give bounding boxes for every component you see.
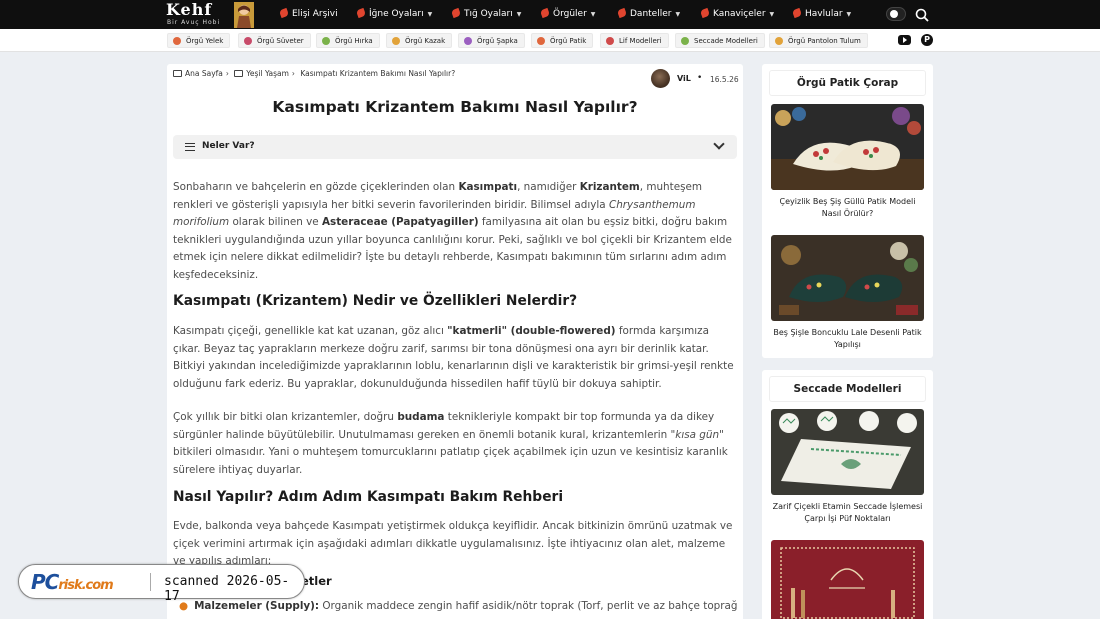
folder-icon: [173, 70, 182, 77]
needle-icon: [539, 7, 551, 19]
logo-figure-icon: [234, 2, 254, 28]
yarn-icon: [392, 37, 400, 45]
needle-icon: [616, 7, 628, 19]
paragraph-features: Kasımpatı çiçeği, genellikle kat kat uza…: [173, 325, 734, 390]
intro-paragraph: Sonbaharın ve bahçelerin en gözde çiçekl…: [173, 181, 732, 281]
post-thumbnail[interactable]: [771, 409, 924, 495]
nav-danteller[interactable]: Danteller ▼: [616, 0, 681, 29]
chip-lif-modelleri[interactable]: Lif Modelleri: [600, 33, 669, 48]
subsection-heading-tools: etler: [301, 574, 332, 588]
page-title: Kasımpatı Krizantem Bakımı Nasıl Yapılır…: [272, 98, 638, 116]
post-thumbnail[interactable]: [771, 540, 924, 619]
chevron-right-icon: ›: [291, 69, 295, 78]
nav-tig-oyalari[interactable]: Tığ Oyaları ▼: [450, 0, 522, 29]
logo-tagline: Bir Avuç Hobi: [167, 19, 221, 26]
pcrisk-logo: PCrisk.com: [31, 570, 114, 594]
breadcrumb-current: Kasımpatı Krizantem Bakımı Nasıl Yapılır…: [300, 69, 456, 78]
divider: [150, 573, 151, 591]
theme-toggle[interactable]: [886, 7, 906, 21]
chevron-right-icon: ›: [225, 69, 229, 78]
chevron-down-icon: ▼: [590, 11, 596, 18]
chevron-down-icon: ▼: [675, 11, 681, 18]
chevron-down-icon: ▼: [427, 11, 433, 18]
post-title[interactable]: Zarif Çiçekli Etamin Seccade İşlemesi Ça…: [769, 501, 926, 524]
section-heading-what-is: Kasımpatı (Krizantem) Nedir ve Özellikle…: [173, 293, 578, 309]
chevron-down-icon: ▼: [846, 11, 852, 18]
yarn-icon: [775, 37, 783, 45]
folder-icon: [234, 70, 244, 77]
post-title[interactable]: Beş Şişle Boncuklu Lale Desenli Patik Ya…: [769, 327, 926, 350]
yarn-icon: [681, 37, 689, 45]
author-name[interactable]: ViL: [677, 74, 691, 83]
yarn-icon: [322, 37, 330, 45]
yarn-icon: [606, 37, 614, 45]
leaf-icon: [278, 7, 290, 19]
chip-orgu-patik[interactable]: Örgü Patik: [531, 33, 594, 48]
breadcrumb: Ana Sayfa › Yeşil Yaşam › Kasımpatı Krizan…: [173, 69, 458, 81]
paragraph-how-to-intro: Evde, balkonda veya bahçede Kasımpatı ye…: [173, 520, 733, 568]
sidebar-post-card[interactable]: Çeyizlik Beş Şiş Güllü Patik Modeli Nası…: [769, 104, 926, 219]
yarn-icon: [464, 37, 472, 45]
avatar[interactable]: [651, 69, 670, 88]
chevron-down-icon: ▼: [769, 11, 775, 18]
sidebar-widget-seccade: Seccade Modelleri Zarif Çiçekli Etamin S…: [762, 370, 933, 619]
site-logo[interactable]: Kehf Bir Avuç Hobi: [164, 0, 260, 29]
paragraph-pruning: Çok yıllık bir bitki olan krizantemler, …: [173, 411, 728, 476]
chip-orgu-sapka[interactable]: Örgü Şapka: [458, 33, 525, 48]
needle-icon: [791, 7, 803, 19]
breadcrumb-category[interactable]: Yeşil Yaşam: [246, 69, 289, 78]
sidebar-post-card[interactable]: Zarif Çiçekli Etamin Seccade İşlemesi Ça…: [769, 409, 926, 524]
widget-title: Seccade Modelleri: [769, 376, 926, 402]
post-title[interactable]: Çeyizlik Beş Şiş Güllü Patik Modeli Nası…: [769, 196, 926, 219]
logo-title: Kehf: [166, 0, 213, 19]
scan-date-text: scanned 2026-05-17: [164, 574, 290, 604]
yarn-icon: [173, 37, 181, 45]
chevron-down-icon: ▼: [516, 11, 522, 18]
category-chip-bar: Örgü Yelek Örgü Süveter Örgü Hırka Örgü …: [0, 29, 1100, 52]
breadcrumb-home[interactable]: Ana Sayfa: [185, 69, 223, 78]
nav-orguler[interactable]: Örgüler ▼: [539, 0, 596, 29]
sun-icon: [890, 10, 898, 18]
chip-orgu-yelek[interactable]: Örgü Yelek: [167, 33, 231, 48]
chip-orgu-kazak[interactable]: Örgü Kazak: [386, 33, 453, 48]
needle-icon: [355, 7, 367, 19]
red-prayer-rug-image: [771, 540, 924, 619]
chevron-down-icon: [713, 138, 725, 150]
search-icon[interactable]: [914, 7, 930, 23]
post-thumbnail[interactable]: [771, 235, 924, 321]
chip-orgu-hirka[interactable]: Örgü Hırka: [316, 33, 380, 48]
list-icon: [185, 143, 195, 151]
nav-elisi-arsivi[interactable]: Elişi Arşivi: [278, 0, 338, 29]
article-card: Ana Sayfa › Yeşil Yaşam › Kasımpatı Krizan…: [167, 64, 743, 619]
separator-dot: •: [697, 73, 703, 83]
widget-title: Örgü Patik Çorap: [769, 70, 926, 96]
post-date: 16.5.26: [710, 75, 739, 84]
chip-orgu-pantolon-tulum[interactable]: Örgü Pantolon Tulum: [769, 33, 868, 48]
needle-icon: [699, 7, 711, 19]
nav-kanavice[interactable]: Kanaviçeler ▼: [699, 0, 775, 29]
yarn-icon: [244, 37, 252, 45]
nav-havlular[interactable]: Havlular ▼: [791, 0, 852, 29]
nav-igne-oyalari[interactable]: İğne Oyaları ▼: [355, 0, 433, 29]
youtube-icon[interactable]: [898, 35, 911, 45]
section-heading-how-to: Nasıl Yapılır? Adım Adım Kasımpatı Bakım…: [173, 489, 564, 505]
toc-label: Neler Var?: [202, 141, 255, 151]
needle-icon: [450, 7, 462, 19]
embroidered-rug-image: [771, 409, 924, 495]
sidebar-post-card[interactable]: Beş Şişle Boncuklu Lale Desenli Patik Ya…: [769, 235, 926, 350]
sidebar-post-card[interactable]: [769, 540, 926, 619]
chip-orgu-suveter[interactable]: Örgü Süveter: [238, 33, 311, 48]
knitted-slippers-image: [771, 104, 924, 190]
top-navigation: Kehf Bir Avuç Hobi Elişi Arşivi İğne Oya…: [0, 0, 1100, 29]
table-of-contents-toggle[interactable]: Neler Var?: [173, 135, 737, 159]
sidebar-widget-patik: Örgü Patik Çorap Çeyizlik Beş Şiş Güllü …: [762, 64, 933, 358]
post-thumbnail[interactable]: [771, 104, 924, 190]
pinterest-icon[interactable]: P: [921, 34, 933, 46]
chip-seccade-modelleri[interactable]: Seccade Modelleri: [675, 33, 765, 48]
yarn-icon: [537, 37, 545, 45]
beaded-slippers-image: [771, 235, 924, 321]
scan-watermark: PCrisk.com scanned 2026-05-17: [18, 564, 305, 604]
